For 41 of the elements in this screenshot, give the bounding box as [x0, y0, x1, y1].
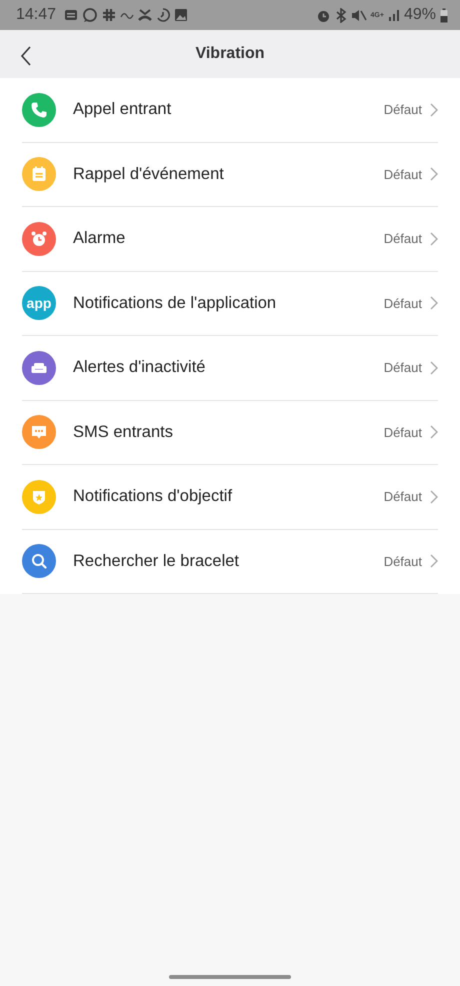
row-value: Défaut	[384, 424, 422, 442]
row-value: Défaut	[384, 488, 422, 506]
chevron-right-icon	[430, 360, 438, 375]
chevron-right-icon	[430, 167, 438, 182]
row-value: Défaut	[384, 166, 422, 184]
row-label: Notifications d'objectif	[73, 486, 234, 508]
timer-icon	[156, 8, 170, 22]
row-value: Défaut	[384, 359, 422, 377]
search-icon	[30, 552, 48, 570]
row-label: Alarme	[73, 228, 126, 250]
signal-icon	[388, 9, 400, 21]
alarm-clock-icon	[30, 230, 48, 248]
chevron-right-icon	[430, 554, 438, 568]
chevron-right-icon	[430, 296, 438, 310]
row-label: Alertes d'inactivité	[73, 357, 206, 378]
chat-bubble-icon	[82, 7, 98, 23]
row-value: Défaut	[384, 101, 422, 119]
chevron-right-icon	[430, 425, 438, 440]
row-label: Notifications de l'application	[73, 292, 278, 314]
mute-icon	[350, 8, 367, 22]
chevron-right-icon	[430, 490, 438, 504]
bluetooth-icon	[334, 8, 347, 22]
row-value: Défaut	[384, 230, 422, 248]
battery-icon	[440, 8, 448, 22]
phone-icon	[30, 100, 48, 119]
chevron-right-icon	[430, 102, 438, 117]
row-label: Appel entrant	[73, 99, 172, 120]
chevron-right-icon	[430, 232, 438, 246]
row-label: Rappel d'événement	[73, 164, 225, 185]
row-label: SMS entrants	[73, 422, 174, 443]
status-time: 14:47	[16, 5, 56, 25]
calendar-icon	[30, 165, 48, 184]
row-value: Défaut	[384, 294, 422, 312]
image-icon	[174, 8, 188, 22]
battery-percentage: 49%	[404, 5, 436, 25]
missed-call-icon	[138, 8, 152, 22]
row-label: Rechercher le bracelet	[73, 550, 240, 572]
hash-icon	[102, 8, 116, 22]
page-title: Vibration	[195, 44, 265, 64]
app-icon: app	[22, 286, 56, 320]
row-value: Défaut	[384, 552, 422, 570]
